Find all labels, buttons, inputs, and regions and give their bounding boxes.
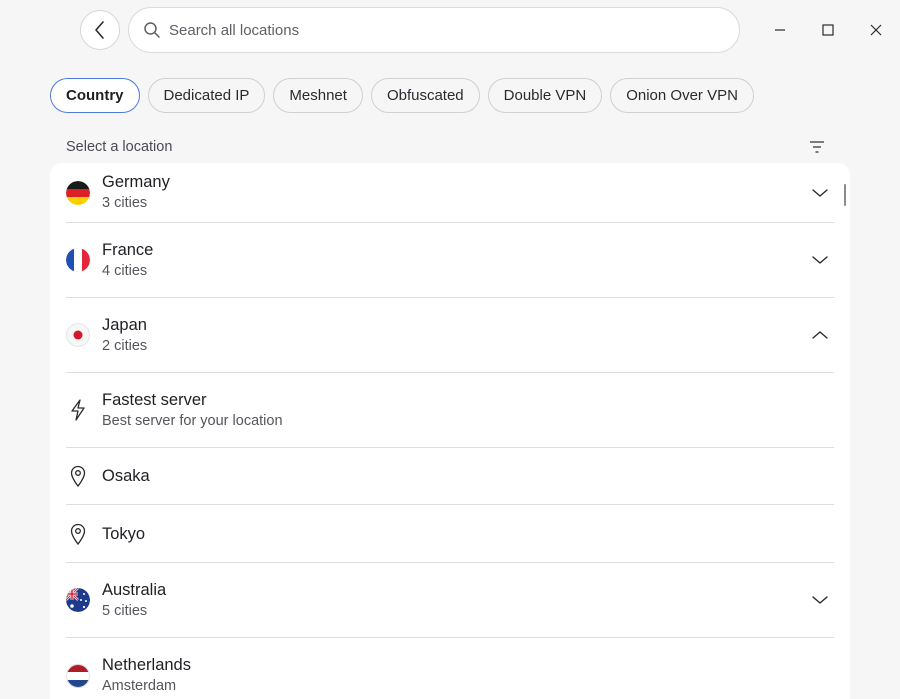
tab-obfuscated[interactable]: Obfuscated	[370, 78, 480, 113]
chevron-up-icon	[812, 331, 828, 339]
server-category-tabs: Country Dedicated IP Meshnet Obfuscated …	[50, 78, 754, 113]
australia-flag-icon	[66, 588, 90, 612]
location-subtitle: 5 cities	[102, 602, 148, 619]
maximize-icon	[822, 24, 834, 36]
location-name: Tokyo	[102, 524, 146, 543]
expand-button[interactable]	[810, 590, 830, 610]
tab-meshnet[interactable]: Meshnet	[273, 78, 363, 113]
search-icon	[144, 22, 160, 38]
location-name: Germany	[102, 173, 170, 191]
location-pin-icon	[70, 465, 86, 487]
chevron-left-icon	[95, 21, 104, 39]
filter-button[interactable]	[806, 136, 828, 158]
maximize-button[interactable]	[812, 14, 844, 46]
search-bar[interactable]	[128, 7, 740, 53]
chevron-down-icon	[812, 256, 828, 264]
location-subtitle: 2 cities	[102, 337, 148, 354]
tab-dedicated-ip[interactable]: Dedicated IP	[147, 78, 266, 113]
list-item-australia[interactable]: Australia 5 cities	[66, 563, 834, 638]
location-subtitle: Best server for your location	[102, 412, 283, 429]
chevron-down-icon	[812, 596, 828, 604]
close-icon	[870, 24, 882, 36]
list-item-france[interactable]: France 4 cities	[66, 223, 834, 298]
netherlands-flag-icon	[66, 663, 90, 688]
location-name: Fastest server	[102, 390, 207, 409]
back-button[interactable]	[80, 10, 120, 50]
close-button[interactable]	[860, 14, 892, 46]
lightning-icon	[71, 399, 85, 421]
location-pin-icon	[70, 523, 86, 545]
filter-icon	[810, 141, 824, 153]
expand-button[interactable]	[810, 250, 830, 270]
location-name: Netherlands	[102, 656, 191, 674]
location-subtitle: Amsterdam	[102, 678, 177, 694]
minimize-button[interactable]	[764, 14, 796, 46]
scrollbar-thumb[interactable]	[844, 184, 846, 206]
app-window: Country Dedicated IP Meshnet Obfuscated …	[0, 0, 900, 699]
collapse-button[interactable]	[810, 325, 830, 345]
location-list: Germany 3 cities France 4 cities Japan 2…	[50, 163, 850, 699]
tab-double-vpn[interactable]: Double VPN	[487, 78, 603, 113]
tab-country[interactable]: Country	[50, 78, 140, 113]
list-item-osaka[interactable]: Osaka	[66, 448, 834, 505]
list-item-tokyo[interactable]: Tokyo	[66, 505, 834, 563]
list-item-germany[interactable]: Germany 3 cities	[66, 163, 834, 223]
germany-flag-icon	[66, 180, 90, 205]
france-flag-icon	[66, 248, 90, 272]
search-input[interactable]	[169, 21, 709, 39]
tab-onion-over-vpn[interactable]: Onion Over VPN	[610, 78, 754, 113]
location-subtitle: 4 cities	[102, 262, 148, 279]
expand-button[interactable]	[810, 183, 830, 203]
location-subtitle: 3 cities	[102, 195, 148, 211]
japan-flag-icon	[66, 323, 90, 347]
minimize-icon	[775, 29, 785, 31]
location-name: Japan	[102, 315, 147, 334]
section-label: Select a location	[66, 139, 173, 155]
location-name: Australia	[102, 580, 167, 599]
list-item-japan[interactable]: Japan 2 cities	[66, 298, 834, 373]
list-item-netherlands[interactable]: Netherlands Amsterdam	[66, 638, 834, 699]
chevron-down-icon	[812, 188, 828, 197]
list-item-fastest-server[interactable]: Fastest server Best server for your loca…	[66, 373, 834, 448]
location-name: Osaka	[102, 467, 150, 485]
location-name: France	[102, 240, 154, 259]
